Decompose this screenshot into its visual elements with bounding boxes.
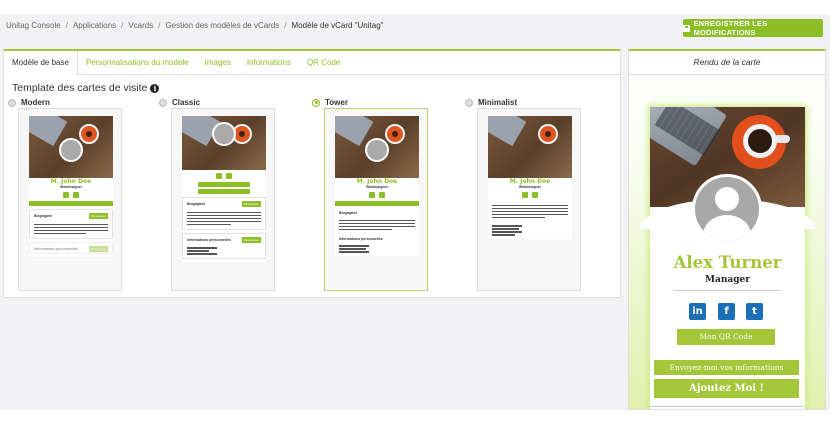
thumbnail-social-icons: [182, 173, 266, 179]
thumbnail-button: [198, 182, 250, 187]
tab-informations[interactable]: Informations: [239, 51, 299, 75]
thumbnail-info-box: Informations personnelles Développer: [29, 241, 113, 254]
qr-code-button[interactable]: Mon QR Code: [677, 329, 775, 345]
radio-modern[interactable]: [8, 98, 16, 107]
breadcrumb-item-console[interactable]: Unitag Console: [6, 21, 61, 30]
breadcrumb-item-applications[interactable]: Applications: [73, 21, 116, 30]
template-option-modern[interactable]: Modern: [8, 98, 50, 107]
thumbnail-bio-box: Biographie Développer: [182, 197, 266, 230]
thumbnail-bio-box: Biographie Développer: [29, 209, 113, 239]
thumbnail-avatar: [59, 138, 83, 162]
divider: [674, 290, 781, 291]
preview-title: Rendu de la carte: [629, 51, 825, 75]
tab-base-template[interactable]: Modèle de base: [4, 51, 78, 76]
twitter-icon[interactable]: t: [746, 303, 763, 320]
template-thumbnail-minimalist[interactable]: M. John Doe Webdesigner: [477, 108, 581, 291]
divider: [650, 406, 805, 407]
template-option-minimalist[interactable]: Minimalist: [465, 98, 517, 107]
breadcrumb-current: Modèle de vCard "Unitag": [291, 21, 384, 30]
thumbnail-button: [335, 201, 419, 206]
breadcrumb-item-templates[interactable]: Gestion des modèles de vCards: [165, 21, 279, 30]
template-panel: Modèle de base Personnalisations du modè…: [3, 49, 621, 298]
radio-tower[interactable]: [312, 98, 320, 107]
template-thumbnail-modern[interactable]: M. John Doe Webdesigner Biographie Dévelo…: [18, 108, 122, 291]
tab-qr-code[interactable]: QR Code: [299, 51, 348, 75]
page: Unitag Console / Applications / Vcards / Gesti…: [0, 0, 830, 427]
radio-minimalist[interactable]: [465, 98, 473, 107]
template-thumbnail-tower[interactable]: M. John Doe Webdesigner Biographie Infor…: [324, 108, 428, 291]
send-info-button[interactable]: Envoyez-moi vos informations: [654, 360, 799, 375]
thumbnail-card: Biographie Développer Informations person…: [182, 116, 266, 262]
tab-images[interactable]: Images: [197, 51, 239, 75]
thumbnail-button: [198, 189, 250, 194]
thumbnail-social-icons: [335, 192, 419, 198]
template-option-tower[interactable]: Tower: [312, 98, 348, 107]
thumbnail-avatar: [212, 122, 236, 146]
card-preview-panel: Rendu de la carte Alex Turner Manager in…: [628, 49, 826, 410]
template-thumbnail-classic[interactable]: Biographie Développer Informations person…: [171, 108, 275, 291]
card-preview: Alex Turner Manager in f t Mon QR Code E…: [640, 107, 815, 409]
template-option-classic[interactable]: Classic: [159, 98, 200, 107]
thumbnail-card: M. John Doe Webdesigner Biographie Infor…: [335, 116, 419, 256]
thumbnail-button: [29, 201, 113, 206]
floppy-disk-icon: [683, 24, 690, 32]
thumbnail-card: M. John Doe Webdesigner Biographie Dévelo…: [29, 116, 113, 257]
thumbnail-avatar: [365, 138, 389, 162]
breadcrumb: Unitag Console / Applications / Vcards / Gesti…: [6, 21, 384, 30]
person-name: Alex Turner: [673, 253, 782, 272]
thumbnail-hero-image: [488, 116, 572, 178]
template-section-title: Template des cartes de visite i: [12, 82, 160, 94]
person-title: Manager: [705, 275, 750, 285]
tab-bar: Modèle de base Personnalisations du modè…: [4, 51, 620, 76]
avatar: [692, 174, 762, 244]
add-contact-button[interactable]: Ajoutez Moi !: [654, 379, 799, 398]
info-icon[interactable]: i: [150, 83, 160, 93]
thumbnail-card: M. John Doe Webdesigner: [488, 116, 572, 239]
breadcrumb-item-vcards[interactable]: Vcards: [128, 21, 153, 30]
linkedin-icon[interactable]: in: [689, 303, 706, 320]
radio-classic[interactable]: [159, 98, 167, 107]
thumbnail-social-icons: [488, 192, 572, 198]
thumbnail-info-box: Informations personnelles Développer: [182, 232, 266, 259]
save-button-label: ENREGISTRER LES MODIFICATIONS: [693, 19, 768, 37]
facebook-icon[interactable]: f: [718, 303, 735, 320]
save-button[interactable]: ENREGISTRER LES MODIFICATIONS: [683, 19, 823, 37]
tab-customizations[interactable]: Personnalisations du modèle: [78, 51, 197, 75]
thumbnail-social-icons: [29, 192, 113, 198]
